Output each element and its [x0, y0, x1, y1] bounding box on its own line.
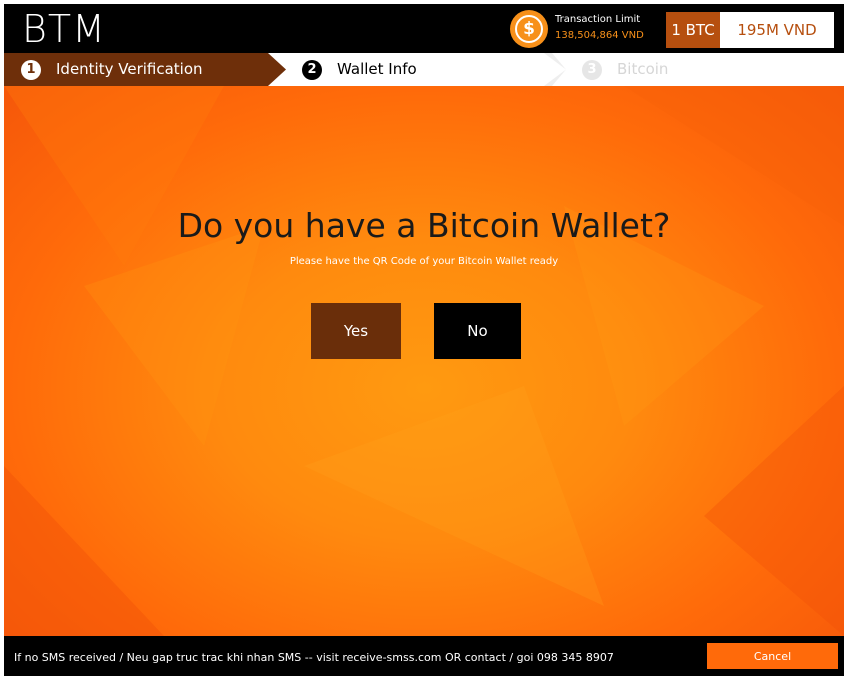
logo: BTM [22, 7, 106, 51]
rate-btc: 1 BTC [666, 12, 720, 48]
transaction-limit-value: 138,504,864 VND [555, 30, 644, 41]
cancel-button[interactable]: Cancel [707, 643, 838, 669]
no-button[interactable]: No [434, 303, 521, 359]
step-1-number: 1 [21, 60, 41, 80]
step-2-label: Wallet Info [337, 60, 417, 78]
atm-screen: BTM $ Transaction Limit 138,504,864 VND … [4, 4, 844, 676]
rate-vnd: 195M VND [720, 12, 834, 48]
footer-bar: If no SMS received / Neu gap truc trac k… [4, 636, 844, 676]
progress-steps: 1 Identity Verification 2 Wallet Info 3 … [4, 53, 844, 86]
yes-button[interactable]: Yes [311, 303, 401, 359]
background-facets [4, 86, 844, 636]
dollar-symbol: $ [515, 15, 543, 43]
main-panel: Do you have a Bitcoin Wallet? Please hav… [4, 86, 844, 636]
wallet-subtitle: Please have the QR Code of your Bitcoin … [289, 256, 559, 267]
dollar-coin-icon: $ [510, 10, 548, 48]
step-1-label: Identity Verification [56, 60, 203, 78]
step-3-label: Bitcoin [617, 60, 669, 78]
transaction-limit-label: Transaction Limit [555, 14, 641, 25]
header-bar: BTM $ Transaction Limit 138,504,864 VND … [4, 4, 844, 53]
step-2-number: 2 [302, 60, 322, 80]
wallet-question: Do you have a Bitcoin Wallet? [177, 206, 671, 245]
step-3-number: 3 [582, 60, 602, 80]
sms-help-text: If no SMS received / Neu gap truc trac k… [14, 651, 614, 664]
